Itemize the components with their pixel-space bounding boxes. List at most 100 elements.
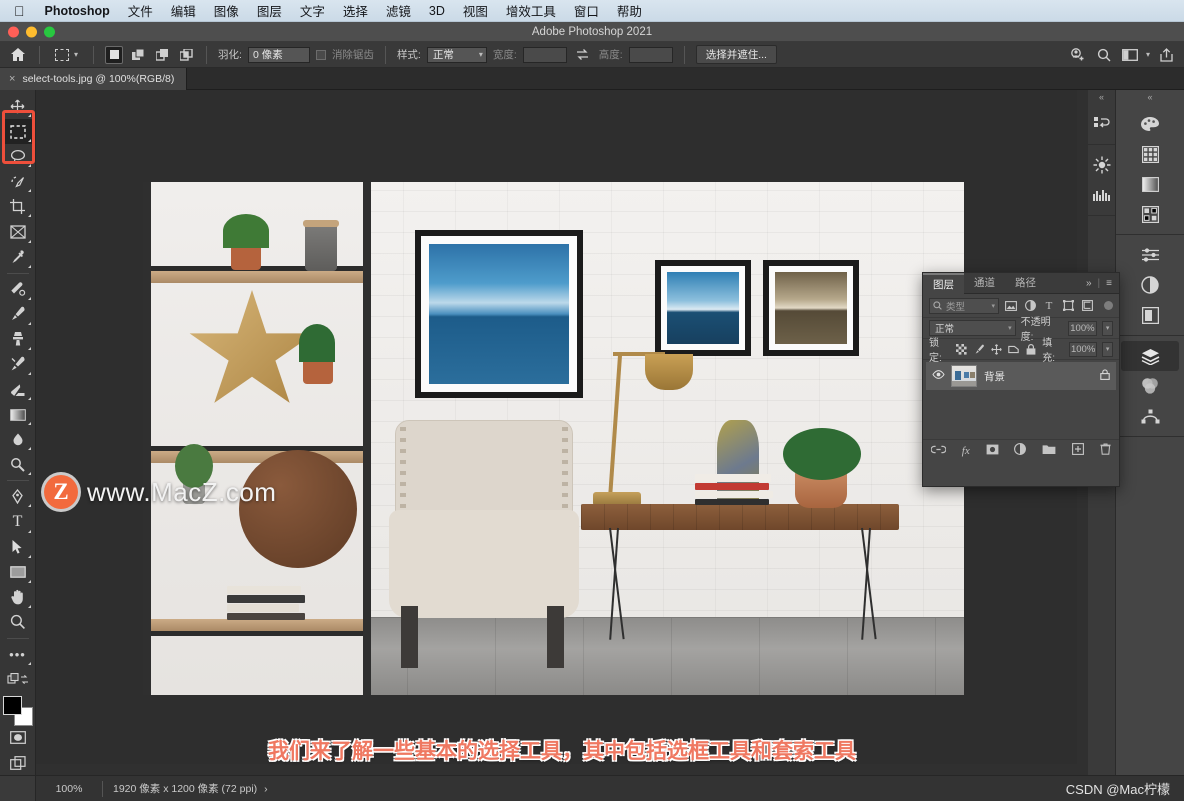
link-layers-icon[interactable]: [930, 445, 947, 457]
default-colors-and-swap[interactable]: [3, 667, 33, 692]
quick-selection-tool[interactable]: [3, 169, 33, 194]
share-icon[interactable]: [1156, 45, 1176, 65]
panel-menu-icon[interactable]: ≡: [1106, 278, 1112, 289]
menu-item-3d[interactable]: 3D: [429, 4, 445, 18]
feather-input[interactable]: 0 像素: [247, 46, 310, 63]
layers-list[interactable]: 背景: [923, 360, 1119, 439]
libraries-icon[interactable]: [1088, 180, 1115, 210]
color-swatches[interactable]: [2, 696, 33, 727]
libraries-panel-icon[interactable]: [1116, 300, 1184, 330]
properties-panel-icon[interactable]: [1116, 270, 1184, 300]
dodge-tool[interactable]: [3, 452, 33, 477]
hand-tool[interactable]: [3, 585, 33, 610]
crop-tool[interactable]: [3, 194, 33, 219]
lock-icon[interactable]: [1100, 369, 1110, 383]
layer-name[interactable]: 背景: [984, 369, 1005, 384]
filter-toggle[interactable]: [1104, 301, 1113, 310]
type-tool[interactable]: T: [3, 509, 33, 534]
width-input[interactable]: [522, 46, 567, 63]
lock-transparent-pixels-icon[interactable]: [956, 343, 968, 356]
type-filter-icon[interactable]: T: [1042, 299, 1056, 313]
menu-item-image[interactable]: 图像: [214, 1, 239, 20]
quick-mask-toggle[interactable]: [3, 725, 33, 750]
menu-item-select[interactable]: 选择: [343, 1, 368, 20]
path-selection-tool[interactable]: [3, 535, 33, 560]
blur-tool[interactable]: [3, 427, 33, 452]
zoom-level[interactable]: 100%: [36, 783, 102, 795]
opacity-stepper[interactable]: ▾: [1102, 320, 1113, 336]
subtract-from-selection-button[interactable]: [153, 46, 171, 64]
adjustment-layer-icon[interactable]: [1014, 443, 1027, 458]
eye-icon[interactable]: [932, 370, 945, 382]
workspace-icon[interactable]: [1120, 45, 1140, 65]
select-and-mask-button[interactable]: 选择并遮住...: [695, 45, 777, 64]
add-to-selection-button[interactable]: [129, 46, 147, 64]
swatches-panel-icon[interactable]: [1116, 139, 1184, 169]
fill-stepper[interactable]: ▾: [1102, 341, 1113, 357]
height-input[interactable]: [628, 46, 673, 63]
home-icon[interactable]: [8, 45, 28, 65]
lasso-tool[interactable]: [3, 144, 33, 169]
menu-item-view[interactable]: 视图: [463, 1, 488, 20]
new-group-icon[interactable]: [1042, 444, 1056, 458]
menu-item-window[interactable]: 窗口: [574, 1, 599, 20]
menu-item-filter[interactable]: 滤镜: [386, 1, 411, 20]
paths-panel-icon[interactable]: [1116, 401, 1184, 431]
layer-mask-icon[interactable]: [986, 444, 999, 458]
layer-style-icon[interactable]: fx: [962, 445, 970, 457]
intersect-with-selection-button[interactable]: [177, 46, 195, 64]
color-panel-icon[interactable]: [1116, 109, 1184, 139]
patterns-panel-icon[interactable]: [1116, 199, 1184, 229]
new-selection-button[interactable]: [105, 45, 124, 64]
search-icon[interactable]: [1094, 45, 1114, 65]
pen-tool[interactable]: [3, 484, 33, 509]
apple-logo-icon[interactable]: : [14, 4, 25, 18]
collapse-panel-icon[interactable]: »: [1086, 278, 1092, 289]
lock-artboard-nesting-icon[interactable]: [1008, 343, 1020, 356]
lock-position-icon[interactable]: [990, 343, 1002, 356]
layers-panel[interactable]: 图层 通道 路径 » | ≡ 类型 ▾ T 正常 ▾ 不透明度: 100% ▾ …: [922, 272, 1120, 487]
tab-paths[interactable]: 路径: [1005, 273, 1046, 294]
chevron-down-icon[interactable]: ▾: [1146, 50, 1150, 59]
new-layer-icon[interactable]: [1072, 443, 1085, 458]
document-canvas[interactable]: [143, 182, 964, 695]
frame-tool[interactable]: [3, 219, 33, 244]
zoom-tool[interactable]: [3, 610, 33, 635]
layer-row-background[interactable]: 背景: [926, 362, 1116, 390]
lock-all-icon[interactable]: [1025, 343, 1037, 356]
eraser-tool[interactable]: [3, 377, 33, 402]
tool-preset-picker[interactable]: ▾: [51, 45, 82, 65]
fill-input[interactable]: 100%: [1068, 341, 1098, 357]
maximize-button[interactable]: [44, 26, 55, 37]
rectangular-marquee-tool[interactable]: [2, 119, 33, 145]
screen-mode-toggle[interactable]: [3, 750, 33, 775]
menu-item-type[interactable]: 文字: [300, 1, 325, 20]
brush-tool[interactable]: [3, 302, 33, 327]
clone-stamp-tool[interactable]: [3, 327, 33, 352]
lock-image-pixels-icon[interactable]: [973, 343, 985, 356]
menu-item-layer[interactable]: 图层: [257, 1, 282, 20]
style-select[interactable]: 正常 ▾: [426, 46, 487, 63]
edit-toolbar-tool[interactable]: •••: [3, 642, 33, 667]
collapse-dock-icon[interactable]: «: [1088, 90, 1115, 104]
menu-item-edit[interactable]: 编辑: [171, 1, 196, 20]
channels-panel-icon[interactable]: [1116, 371, 1184, 401]
eyedropper-tool[interactable]: [3, 245, 33, 270]
foreground-color-swatch[interactable]: [2, 696, 22, 716]
swap-arrows-icon[interactable]: [573, 45, 593, 65]
move-tool[interactable]: [3, 94, 33, 119]
spot-healing-brush-tool[interactable]: [3, 277, 33, 302]
menu-item-plugins[interactable]: 增效工具: [506, 1, 556, 20]
close-button[interactable]: [8, 26, 19, 37]
canvas-horizontal-scrollbar[interactable]: [36, 764, 1077, 775]
delete-layer-icon[interactable]: [1100, 443, 1111, 458]
adjustments-preset-icon[interactable]: [1088, 150, 1115, 180]
layers-panel-icon[interactable]: [1121, 341, 1179, 371]
expand-status-icon[interactable]: ›: [264, 783, 268, 795]
menu-app-name[interactable]: Photoshop: [45, 4, 110, 18]
history-brush-tool[interactable]: [3, 352, 33, 377]
adjustments-panel-icon[interactable]: [1116, 240, 1184, 270]
pixel-filter-icon[interactable]: [1004, 299, 1018, 313]
smart-object-filter-icon[interactable]: [1080, 299, 1094, 313]
tab-channels[interactable]: 通道: [964, 273, 1005, 294]
